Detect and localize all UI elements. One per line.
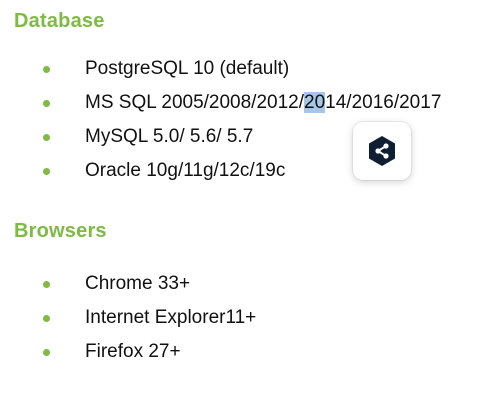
browsers-heading: Browsers <box>14 220 107 242</box>
bullet-icon <box>43 134 50 141</box>
bullet-icon <box>43 168 50 175</box>
list-item-internet-explorer: Internet Explorer11+ <box>0 301 499 335</box>
list-item-text: MS SQL 2005/2008/2012/2014/2016/2017 <box>85 86 441 120</box>
list-item-mysql: MySQL 5.0/ 5.6/ 5.7 <box>0 120 499 154</box>
bullet-icon <box>43 66 50 73</box>
bullet-icon <box>43 315 50 322</box>
list-item-text: Firefox 27+ <box>85 341 181 362</box>
list-item-oracle: Oracle 10g/11g/12c/19c <box>0 154 499 188</box>
list-item-postgresql: PostgreSQL 10 (default) <box>0 52 499 86</box>
list-item-text: Oracle 10g/11g/12c/19c <box>85 160 286 181</box>
bullet-icon <box>43 281 50 288</box>
list-item-text: PostgreSQL 10 (default) <box>85 58 290 79</box>
text-after-selection: 14/2016/2017 <box>325 92 442 113</box>
database-heading: Database <box>14 10 105 32</box>
browsers-list: Chrome 33+ Internet Explorer11+ Firefox … <box>0 267 499 369</box>
list-item-chrome: Chrome 33+ <box>0 267 499 301</box>
share-hexagon-icon <box>367 135 397 167</box>
list-item-mssql: MS SQL 2005/2008/2012/2014/2016/2017 <box>0 86 499 120</box>
list-item-text: MySQL 5.0/ 5.6/ 5.7 <box>85 126 254 147</box>
floating-share-button[interactable] <box>353 122 411 180</box>
bullet-icon <box>43 349 50 356</box>
list-item-firefox: Firefox 27+ <box>0 335 499 369</box>
list-item-text: Internet Explorer11+ <box>85 307 257 328</box>
bullet-icon <box>43 100 50 107</box>
selected-text: 20 <box>304 92 326 113</box>
list-item-text: Chrome 33+ <box>85 273 191 294</box>
text-before-selection: MS SQL 2005/2008/2012/ <box>85 92 305 113</box>
database-list: PostgreSQL 10 (default) MS SQL 2005/2008… <box>0 52 499 188</box>
